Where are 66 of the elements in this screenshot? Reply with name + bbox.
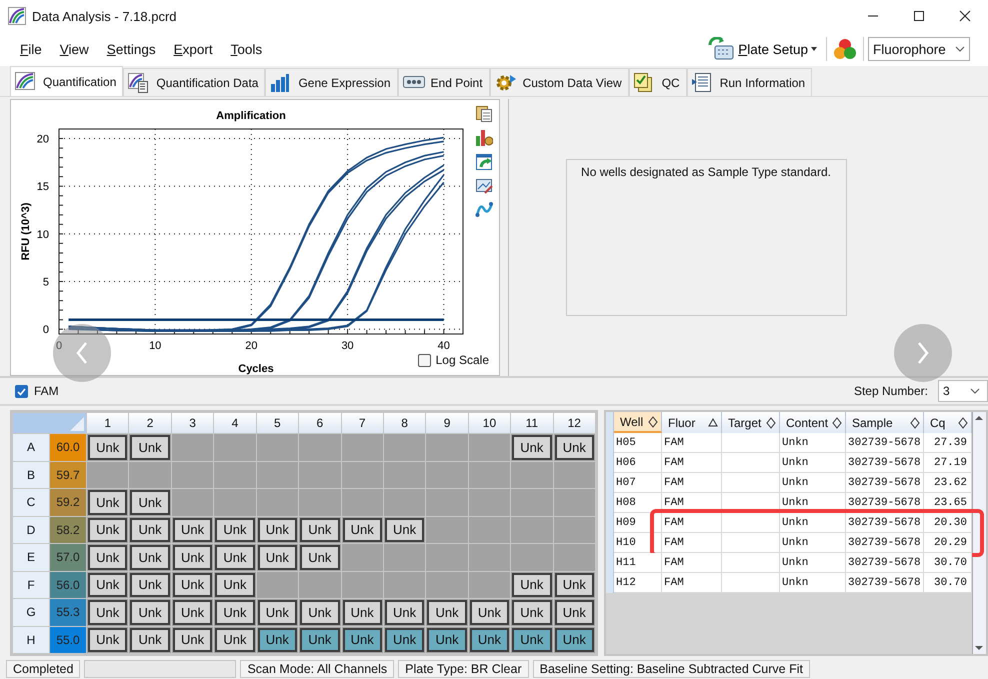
table-cell: FAM <box>662 513 722 533</box>
table-cell: Unkn <box>780 513 846 533</box>
tick-label: 30 <box>341 340 354 352</box>
temperature-cell: 58.2 <box>50 516 86 543</box>
chart-title: Amplification <box>216 110 286 122</box>
table-cell: H07 <box>614 473 662 493</box>
tick-label: 20 <box>245 340 258 352</box>
table-cell: Unkn <box>780 533 846 553</box>
status-text: Plate Type: BR Clear <box>398 660 529 678</box>
table-cell: 302739-5678 <box>846 513 924 533</box>
table-cell: FAM <box>662 533 722 553</box>
temperature-cell: 59.7 <box>50 462 86 488</box>
table-cell: H10 <box>614 533 662 553</box>
tick-label: 10 <box>149 340 162 352</box>
temperature-cell: 55.3 <box>50 599 86 626</box>
table-cell: 302739-5678 <box>846 433 924 453</box>
table-cell: H06 <box>614 453 662 473</box>
step-number-label: Step Number: <box>854 384 928 398</box>
table-cell: Unkn <box>780 573 846 593</box>
table-cell: H11 <box>614 553 662 573</box>
status-text: Scan Mode: All Channels <box>240 660 394 678</box>
table-cell: 302739-5678 <box>846 553 924 573</box>
table-cell: 27.39 <box>924 433 972 453</box>
log-scale-label: Log Scale <box>436 353 489 367</box>
table-cell: 27.19 <box>924 453 972 473</box>
temperature-cell: 60.0 <box>50 434 86 460</box>
tick-label: 5 <box>42 276 49 289</box>
tick-label: 0 <box>42 324 49 336</box>
table-cell: Unkn <box>780 433 846 453</box>
x-axis-label: Cycles <box>238 363 274 375</box>
table-cell: FAM <box>662 433 722 453</box>
tick-label: 10 <box>36 228 49 241</box>
table-cell: 30.70 <box>924 573 972 593</box>
tick-label: 40 <box>438 340 450 352</box>
table-cell: FAM <box>662 573 722 593</box>
table-cell: 23.62 <box>924 473 972 493</box>
table-cell: Unkn <box>780 553 846 573</box>
table-cell: Unkn <box>780 473 846 493</box>
table-cell: 30.70 <box>924 553 972 573</box>
fam-label: FAM <box>34 384 59 398</box>
status-text: Baseline Setting: Baseline Subtracted Curve Fit <box>532 660 810 678</box>
table-cell: 20.29 <box>924 533 972 553</box>
table-cell: 302739-5678 <box>846 453 924 473</box>
table-cell: FAM <box>662 553 722 573</box>
table-cell: H09 <box>614 513 662 533</box>
status-text: Completed <box>6 660 80 678</box>
table-cell: FAM <box>662 453 722 473</box>
temperature-cell: 56.0 <box>50 572 86 598</box>
table-cell: 302739-5678 <box>846 473 924 493</box>
table-cell: 302739-5678 <box>846 573 924 593</box>
tick-label: 20 <box>36 134 49 146</box>
standard-curve-panel: No wells designated as Sample Type standard. <box>566 159 846 316</box>
table-cell: 302739-5678 <box>846 533 924 553</box>
table-cell: H12 <box>614 573 662 593</box>
window-title: Data Analysis - 7.18.pcrd <box>32 8 177 24</box>
temperature-cell: 55.0 <box>50 626 86 653</box>
table-cell: H05 <box>614 433 662 453</box>
y-axis-label: RFU (10^3) <box>20 202 32 260</box>
tick-label: 15 <box>36 181 49 194</box>
table-cell: Unkn <box>780 453 846 473</box>
tick-label: 0 <box>56 340 62 352</box>
temperature-cell: 57.0 <box>50 544 86 570</box>
table-cell: 20.30 <box>924 513 972 533</box>
temperature-cell: 59.2 <box>50 489 86 516</box>
table-cell: FAM <box>662 473 722 493</box>
table-cell: H08 <box>614 493 662 513</box>
